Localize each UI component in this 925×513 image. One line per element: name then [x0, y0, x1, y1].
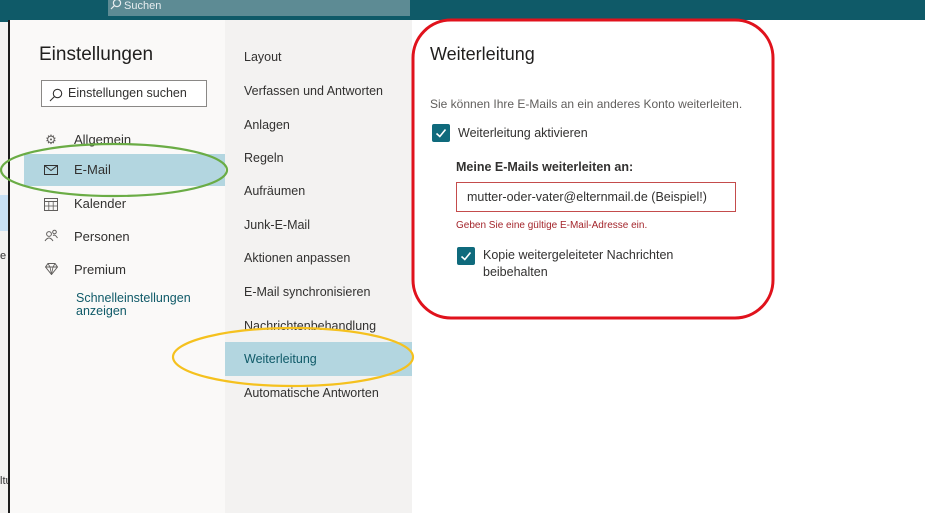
red-highlight-rounded-rect — [411, 18, 775, 320]
green-highlight-ellipse — [0, 142, 229, 198]
annotation-overlay — [0, 18, 775, 388]
yellow-highlight-ellipse — [171, 326, 415, 388]
